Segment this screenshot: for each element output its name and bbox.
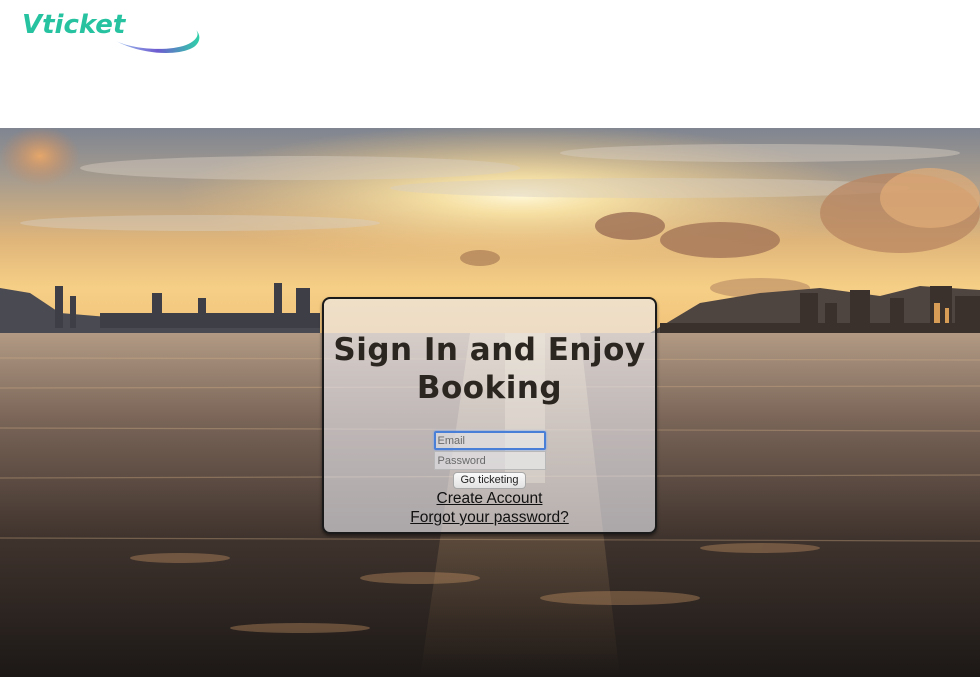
swoosh-icon <box>116 30 200 53</box>
site-header: Vticket <box>0 0 980 128</box>
password-field[interactable] <box>433 451 546 470</box>
login-card: Sign In and Enjoy Booking Go ticketing C… <box>322 297 657 534</box>
create-account-link[interactable]: Create Account <box>324 489 655 508</box>
go-ticketing-button[interactable]: Go ticketing <box>453 472 526 489</box>
brand-name: Vticket <box>22 10 126 40</box>
forgot-password-link[interactable]: Forgot your password? <box>324 508 655 527</box>
email-field[interactable] <box>433 431 546 450</box>
brand-logo[interactable]: Vticket <box>22 8 204 56</box>
login-title: Sign In and Enjoy Booking <box>333 332 646 406</box>
login-form: Go ticketing Create Account Forgot your … <box>324 431 655 527</box>
